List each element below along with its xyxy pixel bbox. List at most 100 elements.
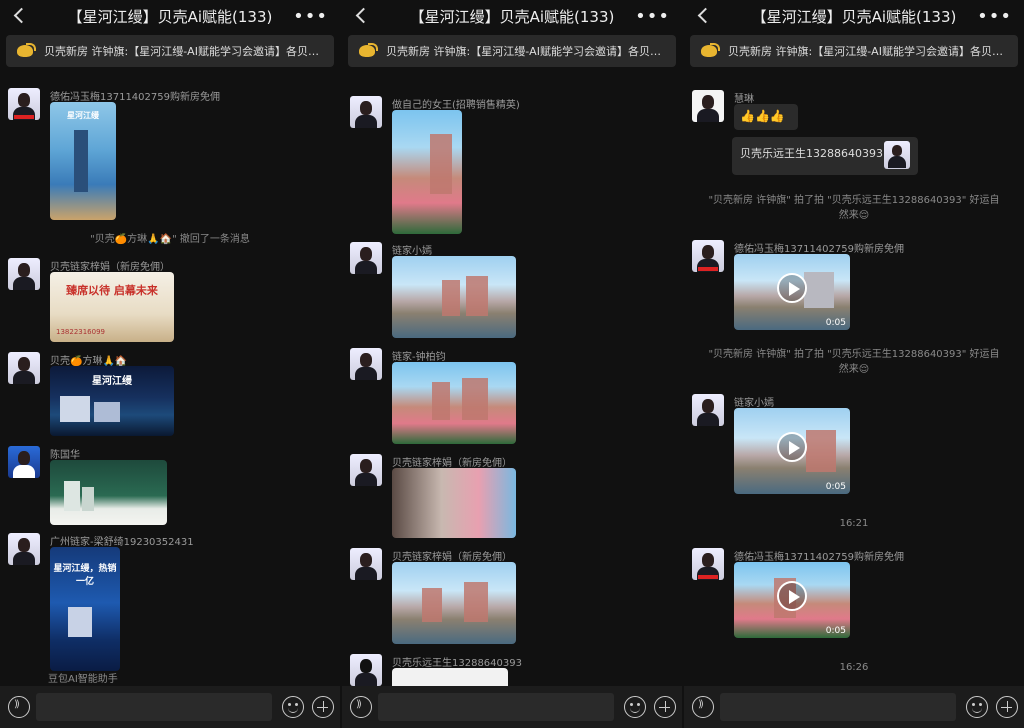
chat-title: 【星河江缦】贝壳Ai赋能(133): [409, 7, 615, 26]
avatar[interactable]: [8, 352, 40, 384]
image-message[interactable]: [50, 460, 167, 525]
input-bar: [0, 686, 340, 728]
timestamp: 16:26: [839, 662, 869, 673]
sender-name: 广州链家-梁舒绮19230352431: [50, 537, 194, 548]
play-icon[interactable]: [777, 431, 807, 462]
sender-name: 陈国华: [50, 450, 80, 461]
avatar[interactable]: [350, 348, 382, 380]
image-message[interactable]: [392, 110, 462, 234]
back-arrow-icon[interactable]: [694, 4, 712, 26]
timestamp: 16:21: [839, 518, 869, 529]
chat-header: 【星河江缦】贝壳Ai赋能(133) •••: [684, 0, 1024, 32]
image-message[interactable]: 星河江缦: [50, 102, 116, 220]
plus-icon[interactable]: [996, 696, 1018, 718]
chat-header: 【星河江缦】贝壳Ai赋能(133) •••: [342, 0, 682, 32]
image-message[interactable]: [392, 256, 516, 338]
sender-name: 贝壳🍊方琳🙏🏠: [50, 356, 128, 367]
sender-name: 贝壳链家梓娟（新房免佣）: [50, 262, 170, 273]
plus-icon[interactable]: [312, 696, 334, 718]
chat-panel-3: 【星河江缦】贝壳Ai赋能(133) ••• 贝壳新房 许钟旗:【星河江缦-AI赋…: [684, 0, 1024, 728]
group-notice[interactable]: 贝壳新房 许钟旗:【星河江缦-AI赋能学习会邀请】各贝…: [6, 35, 334, 67]
announcement-icon: [698, 40, 720, 62]
sender-name: 贝壳链家梓娟（新房免佣）: [392, 458, 512, 469]
play-icon[interactable]: [777, 581, 807, 612]
sender-name: 做自己的女王(招聘销售精英): [392, 100, 520, 111]
emoji-icon[interactable]: [966, 696, 988, 718]
avatar[interactable]: [350, 96, 382, 128]
video-duration: 0:05: [825, 482, 846, 492]
sender-name: 链家小嫣: [734, 398, 774, 409]
input-bar: [342, 686, 682, 728]
image-message[interactable]: 臻席以待 启幕未来 13822316099: [50, 272, 174, 342]
poster-phone: 13822316099: [56, 328, 105, 336]
more-options-icon[interactable]: •••: [293, 6, 328, 27]
bot-hint: 豆包AI智能助手: [48, 674, 118, 685]
message-input[interactable]: [378, 693, 614, 721]
image-message[interactable]: [392, 668, 508, 686]
emoji-icon[interactable]: [282, 696, 304, 718]
notice-text: 贝壳新房 许钟旗:【星河江缦-AI赋能学习会邀请】各贝…: [728, 45, 1003, 58]
message-list[interactable]: 做自己的女王(招聘销售精英) 链家小嫣 链家-钟柏钧 贝壳链家梓娟（新房免佣） …: [342, 70, 682, 686]
image-message[interactable]: 星河江缦: [50, 366, 174, 436]
plus-icon[interactable]: [654, 696, 676, 718]
voice-input-icon[interactable]: [350, 696, 372, 718]
more-options-icon[interactable]: •••: [977, 6, 1012, 27]
video-message[interactable]: 0:05: [734, 562, 850, 638]
image-message[interactable]: [392, 562, 516, 644]
announcement-icon: [14, 40, 36, 62]
text-message[interactable]: 👍👍👍: [734, 104, 798, 130]
play-icon[interactable]: [777, 273, 807, 304]
sender-name: 贝壳链家梓娟（新房免佣）: [392, 552, 512, 563]
avatar[interactable]: [8, 258, 40, 290]
avatar[interactable]: [350, 242, 382, 274]
message-input[interactable]: [720, 693, 956, 721]
sender-name: 德佑冯玉梅13711402759购新房免佣: [734, 244, 904, 255]
avatar[interactable]: [350, 548, 382, 580]
screenshot-collage: 【星河江缦】贝壳Ai赋能(133) ••• 贝壳新房 许钟旗:【星河江缦-AI赋…: [0, 0, 1024, 728]
avatar[interactable]: [350, 654, 382, 686]
back-arrow-icon[interactable]: [10, 4, 28, 26]
system-message: "贝壳新房 许钟旗" 拍了拍 "贝壳乐远王生13288640393" 好运自然来…: [708, 195, 1000, 221]
quote-avatar: [884, 141, 910, 169]
sender-name: 链家小嫣: [392, 246, 432, 257]
avatar[interactable]: [8, 446, 40, 478]
sender-name: 链家-钟柏钧: [392, 352, 446, 363]
chat-title: 【星河江缦】贝壳Ai赋能(133): [751, 7, 957, 26]
voice-input-icon[interactable]: [8, 696, 30, 718]
image-message[interactable]: [392, 468, 516, 538]
avatar[interactable]: [692, 548, 724, 580]
avatar[interactable]: [350, 454, 382, 486]
group-notice[interactable]: 贝壳新房 许钟旗:【星河江缦-AI赋能学习会邀请】各贝…: [690, 35, 1018, 67]
system-message: "贝壳新房 许钟旗" 拍了拍 "贝壳乐远王生13288640393" 好运自然来…: [708, 349, 1000, 375]
video-message[interactable]: 0:05: [734, 254, 850, 330]
poster-text: 臻席以待 启幕未来: [66, 284, 158, 297]
message-list[interactable]: 德佑冯玉梅13711402759购新房免佣 星河江缦 "贝壳🍊方琳🙏🏠" 撤回了…: [0, 70, 340, 686]
image-message[interactable]: 星河江缦，热销一亿: [50, 547, 120, 671]
video-message[interactable]: 0:05: [734, 408, 850, 494]
sender-name: 慧琳: [734, 94, 754, 105]
chat-title: 【星河江缦】贝壳Ai赋能(133): [67, 7, 273, 26]
group-notice[interactable]: 贝壳新房 许钟旗:【星河江缦-AI赋能学习会邀请】各贝…: [348, 35, 676, 67]
chat-panel-1: 【星河江缦】贝壳Ai赋能(133) ••• 贝壳新房 许钟旗:【星河江缦-AI赋…: [0, 0, 340, 728]
quote-text: 贝壳乐远王生13288640393:: [740, 147, 887, 160]
poster-text: 星河江缦: [92, 376, 132, 387]
quote-message[interactable]: 贝壳乐远王生13288640393:: [732, 137, 918, 175]
video-duration: 0:05: [825, 318, 846, 328]
chat-panel-2: 【星河江缦】贝壳Ai赋能(133) ••• 贝壳新房 许钟旗:【星河江缦-AI赋…: [342, 0, 682, 728]
emoji-icon[interactable]: [624, 696, 646, 718]
more-options-icon[interactable]: •••: [635, 6, 670, 27]
avatar[interactable]: [8, 88, 40, 120]
chat-header: 【星河江缦】贝壳Ai赋能(133) •••: [0, 0, 340, 32]
voice-input-icon[interactable]: [692, 696, 714, 718]
message-input[interactable]: [36, 693, 272, 721]
avatar[interactable]: [692, 394, 724, 426]
avatar[interactable]: [8, 533, 40, 565]
announcement-icon: [356, 40, 378, 62]
avatar[interactable]: [692, 240, 724, 272]
avatar[interactable]: [692, 90, 724, 122]
message-list[interactable]: 慧琳 👍👍👍 贝壳乐远王生13288640393: "贝壳新房 许钟旗" 拍了拍…: [684, 70, 1024, 686]
input-bar: [684, 686, 1024, 728]
image-message[interactable]: [392, 362, 516, 444]
back-arrow-icon[interactable]: [352, 4, 370, 26]
poster-text: 星河江缦，热销一亿: [53, 564, 117, 587]
